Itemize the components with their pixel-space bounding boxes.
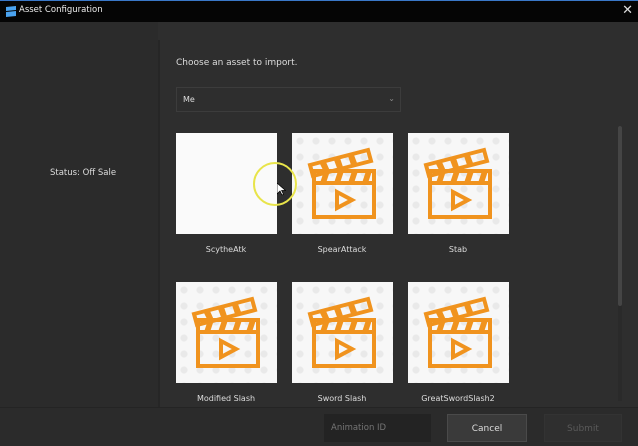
animation-id-input[interactable]: [324, 414, 431, 442]
asset-name: Stab: [448, 245, 468, 254]
asset-tile[interactable]: [408, 282, 509, 383]
clapperboard-icon: [191, 296, 260, 368]
status-text: Status: Off Sale: [50, 168, 117, 178]
asset-name: Modified Slash: [196, 394, 256, 403]
dropdown-value: Me: [183, 95, 195, 104]
submit-button[interactable]: Submit: [544, 414, 622, 442]
asset-tile[interactable]: [408, 133, 509, 234]
cursor-highlight: [253, 162, 297, 206]
sidebar: [0, 22, 158, 407]
clapperboard-icon: [307, 296, 376, 368]
studio-logo-icon: [6, 6, 16, 17]
asset-name: ScytheAtk: [205, 245, 247, 254]
clapperboard-icon: [423, 147, 492, 219]
asset-tile[interactable]: [292, 282, 393, 383]
creator-dropdown[interactable]: Me ⌄: [176, 87, 401, 112]
chevron-down-icon: ⌄: [388, 94, 395, 103]
asset-tile[interactable]: [176, 282, 277, 383]
window-title: Asset Configuration: [19, 5, 103, 15]
clapperboard-icon: [423, 296, 492, 368]
title-bar: Asset Configuration ✕: [0, 0, 638, 22]
footer: [0, 407, 638, 446]
clapperboard-icon: [307, 147, 376, 219]
cancel-button[interactable]: Cancel: [447, 414, 527, 442]
mouse-pointer-icon: [277, 183, 286, 196]
asset-name: SpearAttack: [317, 245, 367, 254]
asset-name: Sword Slash: [317, 394, 367, 403]
close-icon[interactable]: ✕: [622, 3, 633, 18]
prompt-text: Choose an asset to import.: [176, 58, 298, 68]
asset-name: GreatSwordSlash2: [421, 394, 495, 403]
asset-tile[interactable]: [292, 133, 393, 234]
scrollbar-thumb[interactable]: [618, 126, 622, 306]
divider: [158, 40, 160, 407]
